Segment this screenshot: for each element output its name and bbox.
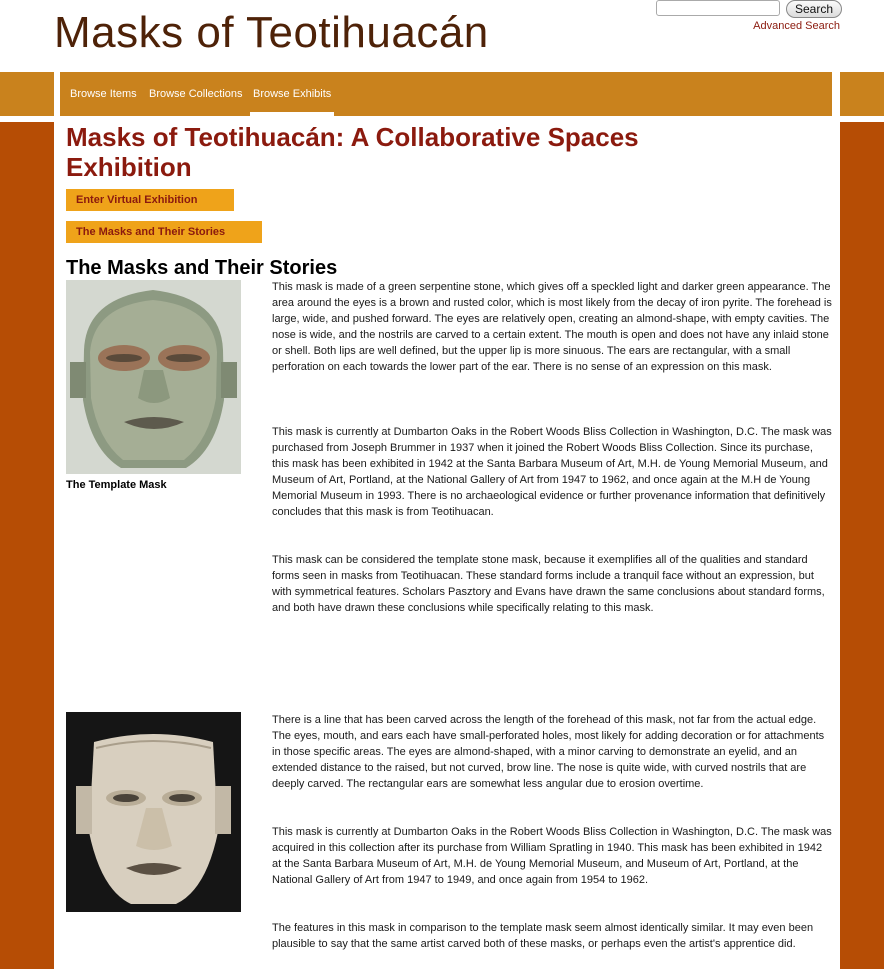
section-heading: The Masks and Their Stories: [66, 257, 338, 279]
mask2-description: There is a line that has been carved acr…: [272, 714, 825, 790]
advanced-search-link[interactable]: Advanced Search: [753, 20, 840, 32]
nav-browse-collections[interactable]: Browse Collections: [149, 88, 243, 100]
enter-virtual-exhibition-button[interactable]: Enter Virtual Exhibition: [66, 189, 234, 211]
search-button[interactable]: Search: [786, 0, 843, 18]
nav-bar-right-segment: [840, 72, 884, 116]
nav-browse-exhibits[interactable]: Browse Exhibits: [253, 88, 331, 100]
exhibit-title: Masks of Teotihuacán: A Collaborative Sp…: [66, 122, 639, 182]
main-nav: Browse Items Browse Collections Browse E…: [60, 72, 832, 116]
template-mask-image[interactable]: [66, 280, 241, 474]
mask1-description: This mask is made of a green serpentine …: [272, 281, 832, 373]
mask1-provenance: This mask is currently at Dumbarton Oaks…: [272, 426, 832, 518]
template-mask-caption: The Template Mask: [66, 479, 167, 491]
mask1-analysis: This mask can be considered the template…: [272, 554, 825, 614]
left-border-column: [0, 122, 54, 969]
masks-stories-button[interactable]: The Masks and Their Stories: [66, 221, 262, 243]
search-input[interactable]: [656, 0, 780, 16]
active-nav-indicator: [250, 112, 334, 116]
right-border-column: [840, 122, 884, 969]
nav-bar-left-segment: [0, 72, 54, 116]
site-title[interactable]: Masks of Teotihuacán: [54, 8, 489, 58]
mask2-comparison: The features in this mask in comparison …: [272, 922, 814, 950]
mask2-provenance: This mask is currently at Dumbarton Oaks…: [272, 826, 832, 886]
mask2-image[interactable]: [66, 712, 241, 912]
nav-browse-items[interactable]: Browse Items: [70, 88, 137, 100]
